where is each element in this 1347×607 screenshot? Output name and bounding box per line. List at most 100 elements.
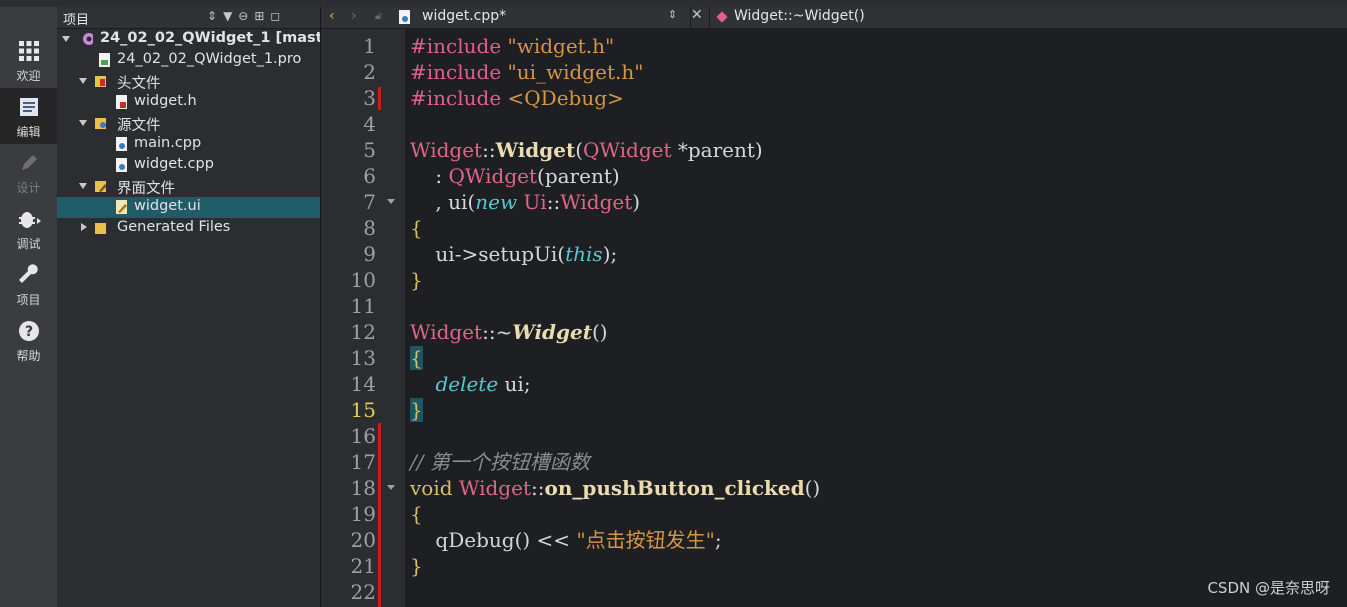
code-line: #include "widget.h"	[410, 34, 615, 58]
tree-item-pro-file[interactable]: 24_02_02_QWidget_1.pro	[57, 50, 320, 71]
code-string: "点击按钮发生"	[576, 528, 715, 552]
link-icon[interactable]: ⊖	[238, 9, 254, 23]
tree-item-sources[interactable]: 源文件	[57, 113, 320, 134]
line-number: 2	[363, 60, 376, 84]
grid-icon	[18, 41, 39, 61]
svg-text:?: ?	[24, 324, 32, 340]
mode-design[interactable]: 设计	[0, 144, 57, 200]
code-line: delete ui;	[435, 372, 531, 396]
mode-debug[interactable]: 调试	[0, 200, 57, 256]
line-number: 13	[350, 346, 376, 370]
project-panel-title: 项目	[63, 13, 90, 28]
fold-arrow-icon[interactable]	[387, 485, 395, 490]
modified-line-marker	[378, 423, 381, 607]
lock-icon: 🔓︎	[375, 9, 383, 22]
close-panel-icon[interactable]: ◻	[270, 9, 286, 23]
mode-help[interactable]: ? 帮助	[0, 312, 57, 368]
line-number: 8	[363, 216, 376, 240]
tree-item-widget-h[interactable]: widget.h	[57, 92, 320, 113]
expand-arrow-icon[interactable]	[79, 183, 87, 189]
forward-icon[interactable]: ›	[351, 8, 357, 24]
current-line-number: 15	[350, 398, 376, 422]
bug-icon	[18, 212, 41, 228]
tree-item-headers[interactable]: 头文件	[57, 71, 320, 92]
code-line: qDebug() << "点击按钮发生";	[410, 528, 722, 552]
project-panel-header: 项目 ⇕▼⊖⊞◻	[57, 7, 320, 29]
top-strip	[0, 0, 1347, 7]
edit-document-icon	[19, 98, 38, 116]
pro-file-icon	[99, 53, 110, 67]
folder-icon	[95, 181, 106, 192]
project-panel: 项目 ⇕▼⊖⊞◻ 24_02_02_QWidget_1 [master 24_0…	[57, 7, 320, 607]
code-line: {	[410, 346, 423, 370]
tree-item-widget-ui[interactable]: widget.ui	[57, 197, 320, 218]
panel-toolbar: ⇕▼⊖⊞◻	[207, 9, 286, 23]
header-file-icon	[116, 95, 127, 109]
code-line: Widget::Widget(QWidget *parent)	[410, 138, 763, 162]
code-line: }	[410, 268, 423, 292]
collapse-arrow-icon[interactable]	[81, 223, 87, 231]
line-number: 22	[350, 580, 376, 604]
ui-file-icon	[116, 200, 127, 214]
cpp-file-icon	[116, 137, 127, 151]
code-editor[interactable]: 1 2 3 4 5 6 7 8 9 10 11 12 13 14 15 16 1…	[321, 29, 1347, 607]
line-number: 10	[350, 268, 376, 292]
code-line: ui->setupUi(this);	[410, 242, 618, 266]
mode-debug-label: 调试	[16, 237, 41, 251]
fold-arrow-icon[interactable]	[387, 199, 395, 204]
expand-arrow-icon[interactable]	[62, 36, 70, 42]
code-comment: // 第一个按钮槽函数	[410, 450, 590, 474]
tab-divider	[709, 7, 710, 28]
mode-projects-label: 项目	[16, 293, 41, 307]
tree-item-label: 界面文件	[117, 181, 175, 197]
close-document-icon[interactable]: ✕	[691, 7, 703, 23]
back-icon[interactable]: ‹	[329, 8, 335, 24]
filter-icon[interactable]: ▼	[223, 9, 238, 23]
expand-arrow-icon[interactable]	[79, 120, 87, 126]
mode-help-label: 帮助	[16, 349, 41, 363]
pencil-icon	[21, 155, 37, 170]
cpp-file-icon	[399, 10, 410, 24]
line-number: 21	[350, 554, 376, 578]
mode-welcome[interactable]: 欢迎	[0, 32, 57, 88]
editor-toolbar: ‹ › 🔓︎ widget.cpp* ⇕ ✕ Widget::~Widget()	[321, 7, 1347, 29]
line-number: 3	[363, 86, 376, 110]
line-number: 9	[363, 242, 376, 266]
file-dropdown-icon[interactable]: ⇕	[668, 8, 677, 21]
mode-edit[interactable]: 编辑	[0, 88, 57, 144]
sort-icon[interactable]: ⇕	[207, 9, 223, 23]
line-number-gutter: 1 2 3 4 5 6 7 8 9 10 11 12 13 14 15 16 1…	[321, 29, 405, 607]
code-line: }	[410, 554, 423, 578]
line-number: 14	[350, 372, 376, 396]
line-number: 12	[350, 320, 376, 344]
tree-item-label: 源文件	[117, 118, 161, 134]
open-file-selector[interactable]: widget.cpp*	[422, 8, 506, 24]
line-number: 20	[350, 528, 376, 552]
help-icon: ?	[18, 321, 39, 341]
code-line: #include <QDebug>	[410, 86, 624, 110]
tree-item-forms[interactable]: 界面文件	[57, 176, 320, 197]
mode-projects[interactable]: 项目	[0, 256, 57, 312]
line-number: 11	[350, 294, 376, 318]
method-icon	[716, 11, 728, 23]
tree-item-label: Generated Files	[117, 219, 231, 235]
tree-item-project[interactable]: 24_02_02_QWidget_1 [master	[57, 29, 320, 50]
line-number: 19	[350, 502, 376, 526]
mode-welcome-label: 欢迎	[16, 69, 41, 83]
line-number: 17	[350, 450, 376, 474]
wrench-icon	[18, 264, 38, 283]
mode-sidebar: 欢迎 编辑 设计 调试 项目 ? 帮助	[0, 7, 57, 607]
line-number: 7	[363, 190, 376, 214]
expand-arrow-icon[interactable]	[79, 78, 87, 84]
tree-item-main-cpp[interactable]: main.cpp	[57, 134, 320, 155]
code-line: {	[410, 216, 423, 240]
tree-item-widget-cpp[interactable]: widget.cpp	[57, 155, 320, 176]
folder-icon	[95, 118, 106, 129]
tree-item-label: 24_02_02_QWidget_1.pro	[117, 51, 302, 67]
code-line: : QWidget(parent)	[410, 164, 620, 188]
tree-item-label: widget.h	[134, 93, 197, 109]
symbol-selector[interactable]: Widget::~Widget()	[734, 8, 865, 24]
tree-item-generated[interactable]: Generated Files	[57, 218, 320, 239]
line-number: 6	[363, 164, 376, 188]
split-icon[interactable]: ⊞	[254, 9, 270, 23]
